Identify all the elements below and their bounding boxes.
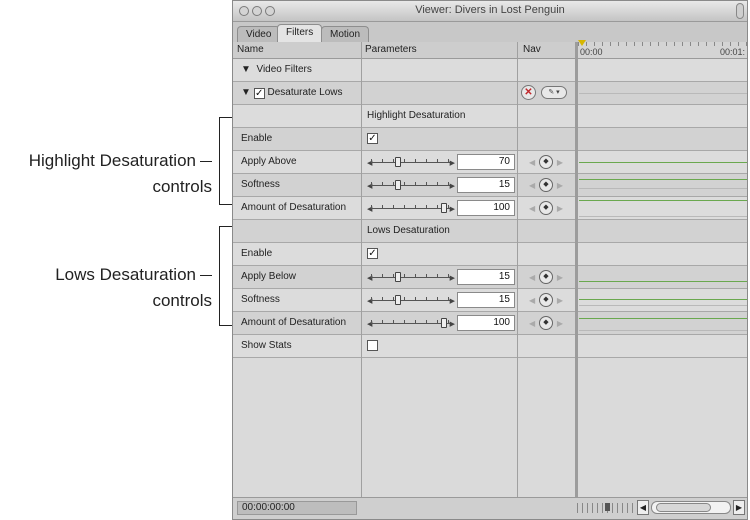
lows-callout-line1: Lows Desaturation bbox=[55, 265, 196, 284]
h-apply-above-row: Apply Above ◀ ▶ 70 ◀ ◆ ▶ bbox=[233, 151, 747, 174]
show-stats-label: Show Stats bbox=[241, 340, 292, 351]
h-softness-label: Softness bbox=[241, 179, 280, 190]
l-apply-below-value[interactable]: 15 bbox=[457, 269, 515, 285]
highlight-section-row: Highlight Desaturation bbox=[233, 105, 747, 128]
l-enable-row: Enable ✓ bbox=[233, 243, 747, 266]
lows-section-row: Lows Desaturation bbox=[233, 220, 747, 243]
title-bar[interactable]: Viewer: Divers in Lost Penguin bbox=[233, 1, 747, 22]
h-enable-checkbox[interactable]: ✓ bbox=[367, 133, 378, 144]
highlight-bracket bbox=[219, 117, 232, 205]
h-enable-row: Enable ✓ bbox=[233, 128, 747, 151]
tab-motion[interactable]: Motion bbox=[321, 26, 370, 42]
video-filters-label: ▼ Video Filters bbox=[241, 64, 312, 75]
h-softness-slider[interactable]: ◀ ▶ bbox=[367, 180, 455, 191]
ruler-start-time: 00:00 bbox=[580, 47, 603, 57]
column-name-header: Name bbox=[237, 44, 264, 55]
l-enable-label: Enable bbox=[241, 248, 273, 259]
l-amount-value[interactable]: 100 bbox=[457, 315, 515, 331]
slider-thumb[interactable] bbox=[441, 203, 447, 213]
h-softness-row: Softness ◀ ▶ 15 ◀ ◆ ▶ bbox=[233, 174, 747, 197]
timeline-ruler[interactable]: 00:00 00:01: bbox=[578, 42, 747, 58]
h-amount-value[interactable]: 100 bbox=[457, 200, 515, 216]
h-amount-label: Amount of Desaturation bbox=[241, 202, 347, 213]
effect-controls: ✕ ✎ ▾ bbox=[521, 85, 571, 101]
effect-menu-button[interactable]: ✎ ▾ bbox=[541, 86, 567, 99]
tab-bar: Video Motion Filters bbox=[233, 22, 747, 42]
h-apply-above-keyframe: ◀ ◆ ▶ bbox=[529, 155, 563, 169]
tab-filters[interactable]: Filters bbox=[277, 24, 323, 42]
toolbar-toggle-button[interactable] bbox=[736, 3, 744, 19]
video-filters-row[interactable]: ▼ Video Filters bbox=[233, 59, 747, 82]
keyframe-button[interactable]: ◆ bbox=[539, 155, 553, 169]
slider-thumb[interactable] bbox=[394, 180, 401, 190]
keyframe-button[interactable]: ◆ bbox=[539, 270, 553, 284]
column-parameters-header: Parameters bbox=[365, 44, 417, 55]
lows-section-title: Lows Desaturation bbox=[367, 225, 450, 236]
effect-enable-checkbox[interactable]: ✓ bbox=[253, 88, 265, 99]
scrollbar-thumb[interactable] bbox=[656, 503, 711, 512]
highlight-callout-line2: controls bbox=[152, 177, 212, 196]
column-divider bbox=[517, 42, 518, 497]
h-amount-slider[interactable]: ◀ ▶ bbox=[367, 203, 455, 214]
timeline-scrollbar[interactable] bbox=[651, 501, 731, 514]
timeline-divider[interactable] bbox=[575, 42, 578, 497]
tab-video[interactable]: Video bbox=[237, 26, 281, 42]
l-amount-row: Amount of Desaturation ◀ ▶ 100 ◀ ◆ ▶ bbox=[233, 312, 747, 335]
keyframe-button[interactable]: ◆ bbox=[539, 293, 553, 307]
l-enable-checkbox[interactable]: ✓ bbox=[367, 248, 378, 259]
slider-thumb[interactable] bbox=[394, 295, 401, 305]
highlight-callout: Highlight Desaturation controls bbox=[29, 148, 212, 200]
l-softness-row: Softness ◀ ▶ 15 ◀ ◆ ▶ bbox=[233, 289, 747, 312]
l-amount-slider[interactable]: ◀ ▶ bbox=[367, 318, 455, 329]
l-softness-slider[interactable]: ◀ ▶ bbox=[367, 295, 455, 306]
show-stats-row: Show Stats bbox=[233, 335, 747, 358]
column-nav-header: Nav bbox=[523, 44, 541, 55]
show-stats-checkbox[interactable] bbox=[367, 340, 378, 351]
l-amount-keyframe: ◀ ◆ ▶ bbox=[529, 316, 563, 330]
h-softness-value[interactable]: 15 bbox=[457, 177, 515, 193]
l-softness-keyframe: ◀ ◆ ▶ bbox=[529, 293, 563, 307]
reset-icon[interactable]: ✕ bbox=[521, 85, 536, 100]
l-softness-value[interactable]: 15 bbox=[457, 292, 515, 308]
scroll-left-button[interactable]: ◀ bbox=[637, 500, 649, 515]
l-apply-below-label: Apply Below bbox=[241, 271, 297, 282]
playhead-marker[interactable] bbox=[578, 40, 586, 46]
zoom-slider[interactable] bbox=[577, 503, 635, 513]
lows-callout: Lows Desaturation controls bbox=[55, 262, 212, 314]
lows-callout-line2: controls bbox=[152, 291, 212, 310]
slider-thumb[interactable] bbox=[441, 318, 447, 328]
window-title: Viewer: Divers in Lost Penguin bbox=[415, 4, 565, 16]
zoom-thumb[interactable] bbox=[605, 503, 610, 511]
l-softness-label: Softness bbox=[241, 294, 280, 305]
l-apply-below-row: Apply Below ◀ ▶ 15 ◀ ◆ ▶ bbox=[233, 266, 747, 289]
highlight-section-title: Highlight Desaturation bbox=[367, 110, 466, 121]
l-apply-below-keyframe: ◀ ◆ ▶ bbox=[529, 270, 563, 284]
timecode-field[interactable]: 00:00:00:00 bbox=[237, 501, 357, 515]
viewer-window: Viewer: Divers in Lost Penguin Video Mot… bbox=[232, 0, 748, 520]
lows-bracket bbox=[219, 226, 232, 326]
h-apply-above-label: Apply Above bbox=[241, 156, 297, 167]
keyframe-button[interactable]: ◆ bbox=[539, 201, 553, 215]
ruler-end-time: 00:01: bbox=[719, 47, 745, 57]
bottom-bar: 00:00:00:00 ◀ ▶ bbox=[233, 497, 747, 519]
highlight-callout-line1: Highlight Desaturation bbox=[28, 151, 196, 170]
h-enable-label: Enable bbox=[241, 133, 273, 144]
h-amount-keyframe: ◀ ◆ ▶ bbox=[529, 201, 563, 215]
l-amount-label: Amount of Desaturation bbox=[241, 317, 347, 328]
effect-label: ▼ ✓ Desaturate Lows bbox=[241, 87, 343, 99]
column-divider bbox=[361, 42, 362, 497]
scroll-right-button[interactable]: ▶ bbox=[733, 500, 745, 515]
keyframe-button[interactable]: ◆ bbox=[539, 178, 553, 192]
l-apply-below-slider[interactable]: ◀ ▶ bbox=[367, 272, 455, 283]
slider-thumb[interactable] bbox=[394, 272, 401, 282]
h-apply-above-value[interactable]: 70 bbox=[457, 154, 515, 170]
effect-row[interactable]: ▼ ✓ Desaturate Lows ✕ ✎ ▾ bbox=[233, 82, 747, 105]
keyframe-button[interactable]: ◆ bbox=[539, 316, 553, 330]
slider-thumb[interactable] bbox=[394, 157, 401, 167]
h-softness-keyframe: ◀ ◆ ▶ bbox=[529, 178, 563, 192]
h-apply-above-slider[interactable]: ◀ ▶ bbox=[367, 157, 455, 168]
h-amount-row: Amount of Desaturation ◀ ▶ 100 ◀ ◆ ▶ bbox=[233, 197, 747, 220]
